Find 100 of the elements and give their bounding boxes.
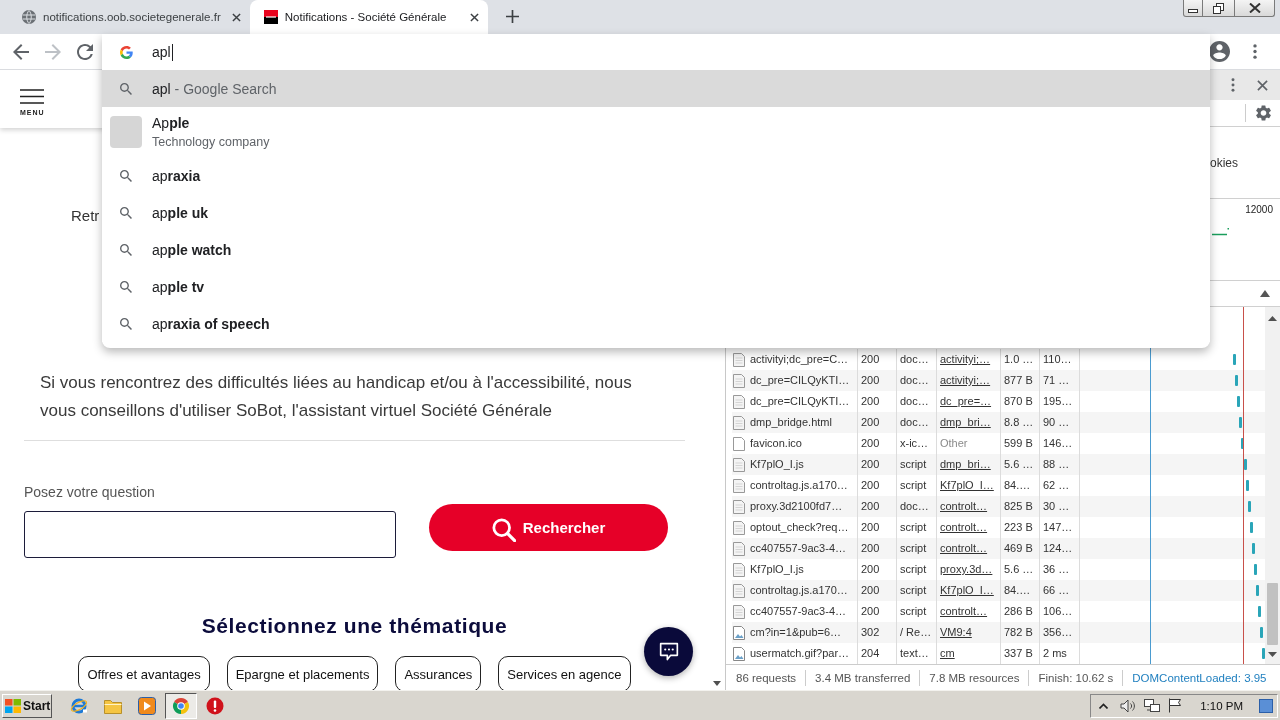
page-text: Retr — [71, 207, 100, 225]
request-row[interactable]: Kf7plO_I.js 200 script dmp_bri… 5.6 … 88 … — [732, 454, 1265, 475]
text-cursor — [171, 43, 173, 61]
settings-icon[interactable] — [1256, 105, 1271, 121]
file-icon — [733, 415, 745, 430]
close-window-button[interactable] — [1235, 0, 1275, 17]
restore-icon — [1213, 2, 1224, 14]
file-icon — [733, 478, 745, 493]
request-row[interactable]: cc407557-9ac3-4… 200 script controlt… 469 B 124… — [732, 538, 1265, 559]
close-icon — [1248, 3, 1261, 13]
theme-button[interactable]: Services en agence — [498, 656, 631, 690]
size-value: 337 B — [1001, 643, 1040, 664]
new-tab-icon[interactable] — [505, 10, 519, 23]
browser-tab[interactable]: notifications.oob.societegenerale.fr — [8, 0, 250, 34]
flag-icon[interactable] — [1168, 698, 1183, 713]
file-icon — [733, 604, 745, 619]
theme-button[interactable]: Offres et avantages — [78, 656, 210, 690]
request-row[interactable]: usermatch.gif?par… 204 text… cm 337 B 2 ms — [732, 643, 1265, 664]
start-button[interactable]: Start — [2, 693, 52, 718]
minimize-button[interactable] — [1183, 0, 1203, 17]
web-browser-icon[interactable] — [70, 696, 88, 715]
chevron-up-icon[interactable] — [1099, 702, 1109, 709]
show-desktop-icon[interactable] — [1259, 698, 1273, 713]
suggestion-item[interactable]: apple watch — [102, 231, 1210, 268]
theme-button[interactable]: Assurances — [395, 656, 482, 690]
clock-text[interactable]: 1:10 PM — [1200, 699, 1243, 712]
request-row[interactable]: dmp_bridge.html 200 doc… dmp_bri… 8.8 … 90 … — [732, 412, 1265, 433]
browser-icon[interactable] — [172, 696, 190, 715]
profile-icon[interactable] — [1209, 41, 1230, 62]
request-name: dc_pre=CILQyKTI… — [750, 373, 850, 388]
question-field[interactable] — [24, 511, 396, 558]
scrollbar-thumb[interactable] — [1267, 583, 1278, 645]
search-icon — [120, 317, 132, 330]
scroll-up-icon[interactable] — [1268, 316, 1277, 321]
browser-tab[interactable]: Notifications - Société Générale — [249, 0, 488, 34]
file-icon — [733, 499, 745, 514]
speaker-icon[interactable] — [1120, 698, 1137, 713]
restore-button[interactable] — [1203, 0, 1235, 17]
file-icon — [733, 583, 745, 598]
media-player-icon[interactable] — [138, 696, 156, 715]
search-icon — [120, 206, 132, 219]
request-row[interactable]: dc_pre=CILQyKTI… 200 doc… activityi;… 877 B 71 … — [732, 370, 1265, 391]
request-row[interactable]: controltag.js.a170… 200 script Kf7plO_I… 84.… 66 … — [732, 580, 1265, 601]
file-icon — [733, 457, 745, 472]
folder-icon[interactable] — [104, 697, 122, 714]
waterfall-bar — [1262, 648, 1265, 659]
time-value: 2 ms — [1040, 643, 1080, 664]
chat-button[interactable] — [644, 627, 693, 676]
request-name: controltag.js.a170… — [750, 478, 848, 493]
chat-icon — [658, 641, 679, 662]
theme-button[interactable]: Epargne et placements — [226, 656, 379, 690]
back-icon[interactable] — [13, 43, 29, 60]
file-icon — [733, 394, 745, 409]
initiator-link[interactable]: cm — [937, 643, 1001, 664]
waterfall-bar — [1235, 375, 1239, 386]
network-icon[interactable] — [1144, 698, 1161, 713]
more-options-icon[interactable] — [1231, 78, 1235, 92]
globe-icon — [22, 10, 36, 24]
file-icon — [733, 520, 745, 535]
taskbar-button[interactable] — [165, 692, 197, 719]
suggestion-item[interactable]: apl - Google Search — [102, 70, 1210, 107]
request-name: usermatch.gif?par… — [750, 646, 850, 661]
address-field[interactable]: apl — [102, 34, 1210, 70]
waterfall-bar — [1247, 501, 1251, 512]
search-icon — [491, 517, 516, 542]
close-icon[interactable] — [1257, 79, 1268, 91]
overview-graph-line — [1212, 228, 1229, 236]
waterfall-bar — [1239, 417, 1243, 428]
google-logo-icon — [120, 45, 133, 59]
search-button[interactable]: Rechercher — [429, 504, 668, 551]
scroll-down-icon[interactable] — [713, 681, 721, 686]
alert-icon[interactable] — [206, 696, 224, 715]
suggestion-item[interactable]: apraxia — [102, 157, 1210, 194]
waterfall-bar — [1249, 522, 1253, 533]
file-icon — [733, 352, 745, 367]
collapse-icon[interactable] — [1260, 290, 1270, 297]
waterfall-bar — [1233, 354, 1236, 365]
close-tab-icon[interactable] — [231, 12, 241, 22]
question-label: Posez votre question — [24, 484, 155, 500]
search-icon — [120, 169, 132, 182]
waterfall-bar — [1251, 543, 1255, 554]
scroll-down-icon[interactable] — [1268, 652, 1277, 657]
suggestion-item[interactable]: apraxia of speech — [102, 305, 1210, 342]
reload-icon[interactable] — [77, 43, 93, 60]
image-placeholder — [110, 116, 142, 148]
timeline-tick-label: 12000 — [1245, 204, 1273, 216]
suggestion-item[interactable]: Apple Technology company — [102, 107, 1210, 157]
request-name: cc407557-9ac3-4… — [750, 604, 846, 619]
request-row[interactable]: cm?in=1&pub=6… 302 / Re… VM9:4 782 B 356… — [732, 622, 1265, 643]
summary-text: 86 requests — [727, 669, 807, 686]
status-code: 204 — [858, 643, 897, 664]
request-name: dmp_bridge.html — [750, 415, 832, 430]
file-icon — [733, 541, 745, 556]
close-tab-icon[interactable] — [469, 12, 479, 22]
summary-text: Finish: 10.62 s — [1029, 669, 1124, 686]
suggestion-item[interactable]: apple uk — [102, 194, 1210, 231]
suggestion-item[interactable]: apple tv — [102, 268, 1210, 305]
menu-icon[interactable] — [1253, 44, 1257, 59]
request-row[interactable]: proxy.3d2100fd7… 200 doc… controlt… 825 B 30 … — [732, 496, 1265, 517]
request-name: dc_pre=CILQyKTI… — [750, 394, 850, 409]
